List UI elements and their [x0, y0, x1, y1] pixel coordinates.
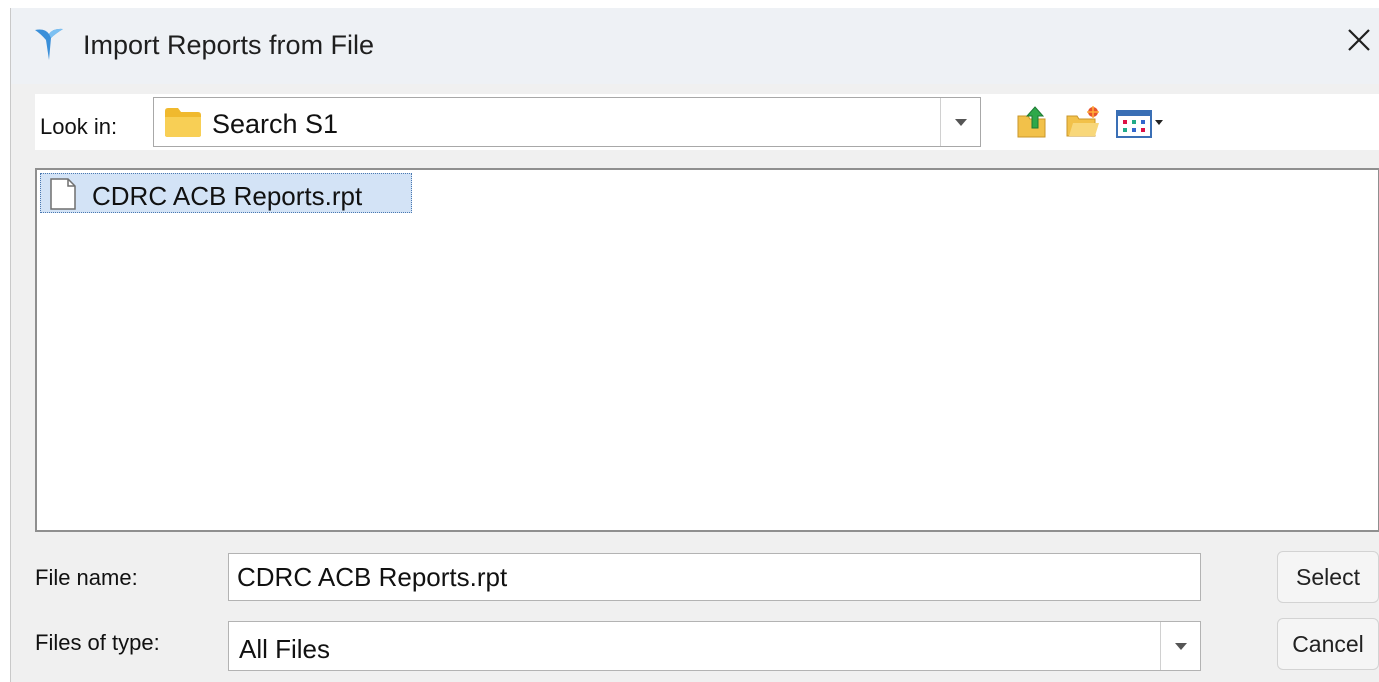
file-name-label: File name:	[35, 565, 138, 590]
file-list[interactable]: CDRC ACB Reports.rpt	[35, 168, 1379, 532]
app-logo-icon	[35, 28, 63, 60]
create-new-folder-icon[interactable]	[1065, 104, 1101, 140]
file-list-item[interactable]: CDRC ACB Reports.rpt	[40, 173, 412, 213]
cancel-button[interactable]: Cancel	[1277, 618, 1379, 670]
folder-icon	[165, 108, 201, 137]
file-icon	[50, 178, 76, 210]
chevron-down-icon	[954, 118, 967, 126]
files-of-type-label: Files of type:	[35, 630, 160, 655]
view-menu-icon[interactable]	[1115, 104, 1167, 140]
close-icon	[1348, 29, 1370, 51]
file-name-input[interactable]	[228, 553, 1201, 601]
import-dialog: Import Reports from File Look in: Search…	[10, 8, 1379, 682]
look-in-row: Look in: Search S1	[35, 94, 1379, 150]
files-of-type-value: All Files	[239, 634, 331, 664]
look-in-label: Look in:	[40, 114, 118, 139]
chevron-down-icon	[1174, 642, 1187, 650]
dialog-title: Import Reports from File	[83, 30, 375, 60]
files-of-type-dropdown-button[interactable]	[1160, 622, 1200, 670]
close-button[interactable]	[1339, 20, 1379, 60]
select-button[interactable]: Select	[1277, 551, 1379, 603]
title-bar: Import Reports from File	[11, 8, 1379, 84]
look-in-combo[interactable]: Search S1	[153, 97, 981, 147]
look-in-value: Search S1	[212, 109, 339, 139]
up-one-level-icon[interactable]	[1015, 104, 1051, 140]
files-of-type-combo[interactable]: All Files	[228, 621, 1201, 671]
file-name-label: CDRC ACB Reports.rpt	[92, 181, 363, 211]
look-in-dropdown-button[interactable]	[940, 98, 980, 146]
